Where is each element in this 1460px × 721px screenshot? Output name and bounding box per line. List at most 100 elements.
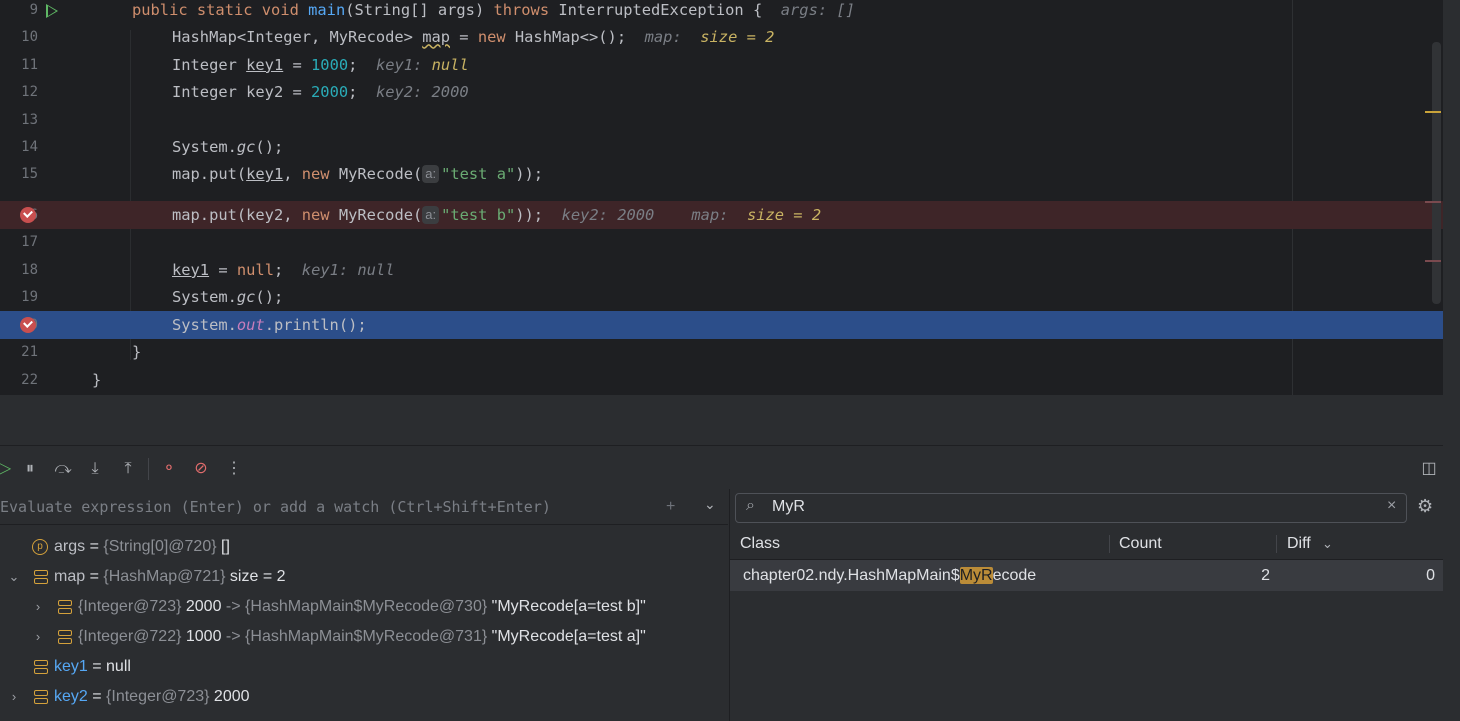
code-line-18[interactable]: 18 key1 = null; key1: null <box>0 257 1443 284</box>
code-text: Integer key2 = 2000; key2: 2000 <box>172 83 469 102</box>
class-name-cell: chapter02.ndy.HashMapMain$MyRecode <box>743 567 1037 584</box>
column-separator[interactable] <box>1109 535 1110 553</box>
code-text: map.put(key1, new MyRecode(a: "test a")); <box>172 165 544 184</box>
map-entry-row[interactable]: › {Integer@722} 1000 -> {HashMapMain$MyR… <box>0 622 729 652</box>
panel-divider[interactable] <box>0 395 1443 445</box>
more-options-icon[interactable]: ⋮ <box>223 458 245 480</box>
variable-row-map[interactable]: ⌄ map = {HashMap@721} size = 2 <box>0 562 729 592</box>
table-row[interactable]: chapter02.ndy.HashMapMain$MyRecode 2 0 <box>730 560 1443 591</box>
field-icon <box>34 569 48 585</box>
code-text: } <box>92 371 102 389</box>
breakpoint-icon[interactable] <box>20 317 36 333</box>
debug-panel: ▷ ⏸ ⤼ ⤓ ⤒ ⚬ ⊘ ⋮ ◫ Evaluate expression (E… <box>0 445 1443 721</box>
view-breakpoints-icon[interactable]: ⚬ <box>158 458 180 480</box>
code-text: key1 = null; key1: null <box>172 261 395 279</box>
code-line-17[interactable]: 17 <box>0 229 1443 256</box>
inline-hint: key2: 2000 <box>561 206 655 224</box>
memory-table-header: Class Count Diff ⌄ <box>730 529 1443 560</box>
column-header-class[interactable]: Class <box>740 529 780 559</box>
code-line-11[interactable]: 11 Integer key1 = 1000; key1: null <box>0 52 1443 79</box>
code-line-10[interactable]: 10 HashMap<Integer, MyRecode> map = new … <box>0 24 1443 51</box>
code-line-20-current[interactable]: 20 System.out.println(); <box>0 311 1443 339</box>
pause-icon[interactable]: ⏸ <box>19 458 41 480</box>
warning-stripe-mark[interactable] <box>1425 111 1441 113</box>
memory-view-pane: ⌕ MyR × ⚙ Class Count Diff ⌄ chapter02.n… <box>730 489 1443 721</box>
breakpoint-icon[interactable] <box>20 207 36 223</box>
evaluate-expression-input[interactable]: Evaluate expression (Enter) or add a wat… <box>0 492 728 525</box>
line-number: 12 <box>21 84 38 101</box>
code-line-9[interactable]: 9 public static void main(String[] args)… <box>0 0 1443 24</box>
code-line-16[interactable]: 16 map.put(key2, new MyRecode(a:"test b"… <box>0 201 1443 229</box>
line-number: 11 <box>21 56 38 73</box>
code-text: HashMap<Integer, MyRecode> map = new Has… <box>172 28 775 47</box>
inline-hint-label: key1: <box>375 55 423 74</box>
variable-row-key2[interactable]: › key2 = {Integer@723} 2000 <box>0 682 729 712</box>
chevron-right-icon[interactable]: › <box>7 682 21 712</box>
code-line-14[interactable]: 14 System.gc(); <box>0 134 1443 161</box>
step-into-icon[interactable]: ⤓ <box>84 458 106 480</box>
line-number: 21 <box>21 344 38 360</box>
chevron-down-icon[interactable]: ⌄ <box>704 496 716 513</box>
resume-icon[interactable]: ▷ <box>0 458 16 480</box>
chevron-right-icon[interactable]: › <box>31 592 45 622</box>
inline-hint-value: size = 2 <box>746 206 822 224</box>
line-number: 15 <box>21 166 38 183</box>
column-header-diff[interactable]: Diff <box>1287 529 1311 559</box>
code-text: System.gc(); <box>172 288 284 306</box>
chevron-down-icon[interactable]: ⌄ <box>7 562 21 592</box>
chevron-right-icon[interactable]: › <box>31 622 45 652</box>
code-text: } <box>132 343 142 361</box>
column-separator[interactable] <box>1276 535 1277 553</box>
debug-toolbar: ▷ ⏸ ⤼ ⤓ ⤒ ⚬ ⊘ ⋮ ◫ <box>0 445 1443 490</box>
layout-settings-icon[interactable]: ◫ <box>1418 458 1440 480</box>
parameter-icon: p <box>32 539 48 555</box>
map-entry-row[interactable]: › {Integer@723} 2000 -> {HashMapMain$MyR… <box>0 592 729 622</box>
field-icon <box>58 599 72 615</box>
add-watch-icon[interactable]: + <box>666 498 675 516</box>
code-text: System.out.println(); <box>172 316 367 334</box>
editor-scrollbar[interactable] <box>1432 42 1441 304</box>
code-line-19[interactable]: 19 System.gc(); <box>0 284 1443 311</box>
run-icon[interactable] <box>46 4 58 18</box>
chevron-down-icon[interactable]: ⌄ <box>1322 529 1333 559</box>
inline-hint: key1: null <box>301 261 395 279</box>
gear-icon[interactable]: ⚙ <box>1417 496 1433 517</box>
code-text: map.put(key2, new MyRecode(a: "test b"));… <box>172 206 822 224</box>
breakpoint-stripe-mark[interactable] <box>1425 260 1441 262</box>
line-number: 18 <box>21 262 38 278</box>
line-number: 9 <box>29 2 38 18</box>
code-line-22[interactable]: 22 } <box>0 367 1443 394</box>
step-out-icon[interactable]: ⤒ <box>117 458 139 480</box>
inline-hint-value: null <box>431 55 469 74</box>
inline-hint-label: map: <box>644 28 682 47</box>
field-icon <box>34 689 48 705</box>
variable-row-args[interactable]: p args = {String[0]@720} [] <box>0 532 729 562</box>
column-header-count[interactable]: Count <box>1119 529 1162 559</box>
line-number: 22 <box>21 372 38 388</box>
inline-hint-label: map: <box>691 206 729 224</box>
breakpoint-stripe-mark[interactable] <box>1425 201 1441 203</box>
clear-icon[interactable]: × <box>1387 497 1396 515</box>
inline-hint: args: [] <box>780 1 855 19</box>
code-editor[interactable]: 9 public static void main(String[] args)… <box>0 0 1443 395</box>
line-number: 13 <box>21 111 38 128</box>
search-icon: ⌕ <box>746 497 755 514</box>
line-number: 19 <box>21 289 38 305</box>
mute-breakpoints-icon[interactable]: ⊘ <box>190 458 212 480</box>
right-tool-strip <box>1443 0 1460 721</box>
line-number: 10 <box>21 29 38 46</box>
code-text: public static void main(String[] args) t… <box>132 1 855 19</box>
step-over-icon[interactable]: ⤼ <box>52 458 74 480</box>
toolbar-separator <box>148 458 149 480</box>
code-text: System.gc(); <box>172 138 284 156</box>
search-value: MyR <box>772 498 805 515</box>
line-number: 17 <box>21 234 38 250</box>
code-line-15[interactable]: 15 map.put(key1, new MyRecode(a: "test a"… <box>0 161 1443 188</box>
code-line-12[interactable]: 12 Integer key2 = 2000; key2: 2000 <box>0 79 1443 106</box>
code-line-13[interactable]: 13 <box>0 107 1443 134</box>
evaluate-placeholder: Evaluate expression (Enter) or add a wat… <box>0 498 551 516</box>
class-search-input[interactable]: ⌕ MyR × <box>735 493 1407 523</box>
variable-row-key1[interactable]: key1 = null <box>0 652 729 682</box>
inline-hint-value: size = 2 <box>700 28 775 47</box>
code-line-21[interactable]: 21 } <box>0 339 1443 366</box>
